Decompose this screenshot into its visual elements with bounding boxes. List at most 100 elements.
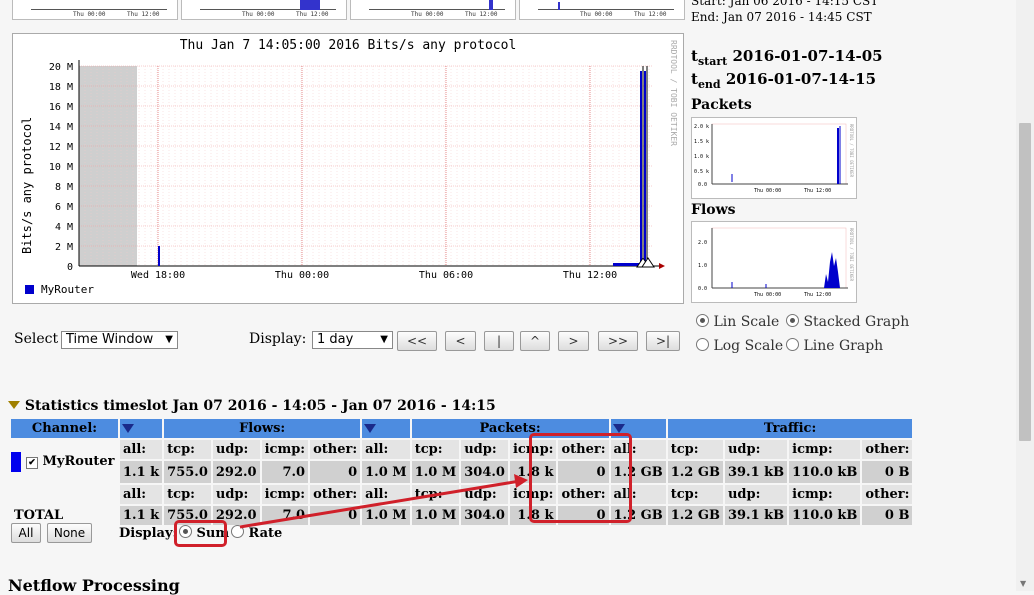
sub-label: all: (362, 440, 410, 459)
traffic-icmp-value: 110.0 kB (789, 506, 861, 525)
stats-table: Channel: Flows: Packets: Traffic: ✔ MyRo… (9, 417, 914, 527)
select-value: Time Window (66, 332, 154, 347)
thumbnail-label: Thu 00:00 (242, 11, 275, 18)
packets-mini-graph[interactable]: 2.0 k 1.5 k 1.0 k 0.5 k 0.0 Thu 00:00 Th… (691, 117, 857, 199)
traffic-collapse-icon[interactable] (612, 424, 625, 433)
thumbnail-graph-1[interactable]: Thu 00:00 Thu 12:00 (12, 0, 178, 20)
packets-y-tick: 0.5 k (694, 169, 709, 175)
lin-scale-radio[interactable] (696, 314, 709, 327)
y-tick-label: 4 M (55, 222, 73, 233)
sub-label: udp: (212, 485, 260, 504)
y-tick-label: 14 M (49, 122, 73, 133)
packets-x-tick: Thu 12:00 (804, 188, 831, 194)
rate-radio[interactable] (231, 525, 244, 538)
packets-all-value: 1.0 M (362, 506, 410, 525)
scrollbar-thumb[interactable] (1019, 123, 1031, 441)
sub-label: tcp: (411, 440, 460, 459)
sub-label: icmp: (789, 485, 861, 504)
data-bar (644, 71, 646, 266)
sub-label: all: (362, 485, 410, 504)
display-select[interactable]: 1 day ▼ (312, 331, 393, 349)
chevron-down-icon: ▼ (165, 334, 173, 345)
first-button[interactable]: << (397, 331, 437, 351)
traffic-udp-value: 39.1 kB (724, 506, 788, 525)
stacked-graph-label: Stacked Graph (803, 314, 910, 330)
end-button[interactable]: >| (646, 331, 680, 351)
channel-checkbox[interactable]: ✔ (26, 457, 38, 469)
thumbnail-label: Thu 12:00 (465, 11, 498, 18)
packets-tcp-value: 1.0 M (411, 506, 460, 525)
sub-label: udp: (724, 485, 788, 504)
log-scale-label: Log Scale (713, 338, 784, 354)
packets-collapse-cell[interactable] (362, 419, 410, 438)
packets-x-tick: Thu 00:00 (754, 188, 781, 194)
line-graph-option[interactable]: Line Graph (786, 338, 883, 354)
thumbnail-graph-2[interactable]: Thu 00:00 Thu 12:00 (181, 0, 347, 20)
flows-header: Flows: (164, 419, 361, 438)
sub-label: tcp: (164, 440, 211, 459)
tend-value: 2016-01-07-14-15 (725, 70, 877, 88)
traffic-other-value: 0 B (862, 461, 913, 483)
log-scale-radio[interactable] (696, 338, 709, 351)
flows-mini-graph[interactable]: 2.0 1.0 0.0 Thu 00:00 Thu 12:00 RRDTOOL … (691, 221, 857, 303)
thumbnail-graph-3[interactable]: Thu 00:00 Thu 12:00 (350, 0, 516, 20)
sub-label: icmp: (789, 440, 861, 459)
center-button[interactable]: | (484, 331, 514, 351)
sub-label: other: (310, 440, 361, 459)
sub-label: udp: (461, 440, 508, 459)
main-graph[interactable]: Thu Jan 7 14:05:00 2016 Bits/s any proto… (12, 33, 684, 304)
sub-label: tcp: (411, 485, 460, 504)
sub-label: all: (120, 440, 163, 459)
y-tick-label: 8 M (55, 182, 73, 193)
log-scale-option[interactable]: Log Scale (696, 338, 783, 354)
traffic-header: Traffic: (667, 419, 913, 438)
stacked-graph-option[interactable]: Stacked Graph (786, 314, 909, 330)
sub-label: udp: (724, 440, 788, 459)
flows-icmp-value: 7.0 (261, 506, 309, 525)
none-button[interactable]: None (47, 523, 92, 543)
sum-highlight-box (174, 520, 227, 547)
channel-color-cell (11, 440, 21, 483)
flows-y-tick: 0.0 (698, 286, 707, 292)
y-tick-label: 10 M (49, 162, 73, 173)
stats-title-text: Statistics timeslot Jan 07 2016 - 14:05 … (24, 398, 496, 414)
stats-header-row: Channel: Flows: Packets: Traffic: (11, 419, 913, 438)
lin-scale-option[interactable]: Lin Scale (696, 314, 779, 330)
packets-collapse-icon[interactable] (364, 424, 377, 433)
thumbnail-label: Thu 00:00 (580, 11, 613, 18)
flows-collapse-cell[interactable] (120, 419, 163, 438)
tstart-sub: start (697, 55, 728, 68)
end-value: Jan 07 2016 - 14:45 CST (723, 10, 872, 24)
rrdtool-vert-label: RRDTOOL / TOBI OETIKER (669, 40, 678, 146)
stats-title[interactable]: Statistics timeslot Jan 07 2016 - 14:05 … (8, 398, 496, 414)
up-button[interactable]: ^ (520, 331, 550, 351)
collapse-triangle-icon[interactable] (8, 401, 20, 409)
flows-x-tick: Thu 00:00 (754, 292, 781, 298)
traffic-udp-value: 39.1 kB (724, 461, 788, 483)
thumbnail-graph-4[interactable]: Thu 00:00 Thu 12:00 (519, 0, 685, 20)
thumbnail-spike (558, 2, 560, 10)
sub-label: tcp: (164, 485, 211, 504)
all-button[interactable]: All (11, 523, 41, 543)
time-window-select[interactable]: Time Window ▼ (61, 331, 178, 349)
line-graph-label: Line Graph (803, 338, 884, 354)
stacked-graph-radio[interactable] (786, 314, 799, 327)
packets-udp-value: 304.0 (461, 506, 508, 525)
netflow-processing-heading: Netflow Processing (8, 576, 180, 595)
stats-display-label: Display: (119, 526, 178, 541)
scroll-down-icon[interactable]: ▼ (1020, 579, 1026, 588)
y-tick-label: 0 (67, 262, 73, 273)
flows-collapse-icon[interactable] (122, 424, 134, 433)
vertical-scrollbar[interactable]: ▼ (1016, 0, 1034, 591)
sub-label: tcp: (667, 485, 723, 504)
next-button[interactable]: > (558, 331, 589, 351)
channel-color-swatch (11, 451, 21, 472)
line-graph-radio[interactable] (786, 338, 799, 351)
y-tick-label: 18 M (49, 82, 73, 93)
prev-button[interactable]: < (445, 331, 476, 351)
channel-cell[interactable]: ✔ MyRouter (23, 440, 118, 483)
last-button[interactable]: >> (598, 331, 638, 351)
display-select-value: 1 day (317, 332, 354, 347)
data-bar (640, 71, 642, 266)
rate-option[interactable]: Rate (231, 525, 282, 541)
